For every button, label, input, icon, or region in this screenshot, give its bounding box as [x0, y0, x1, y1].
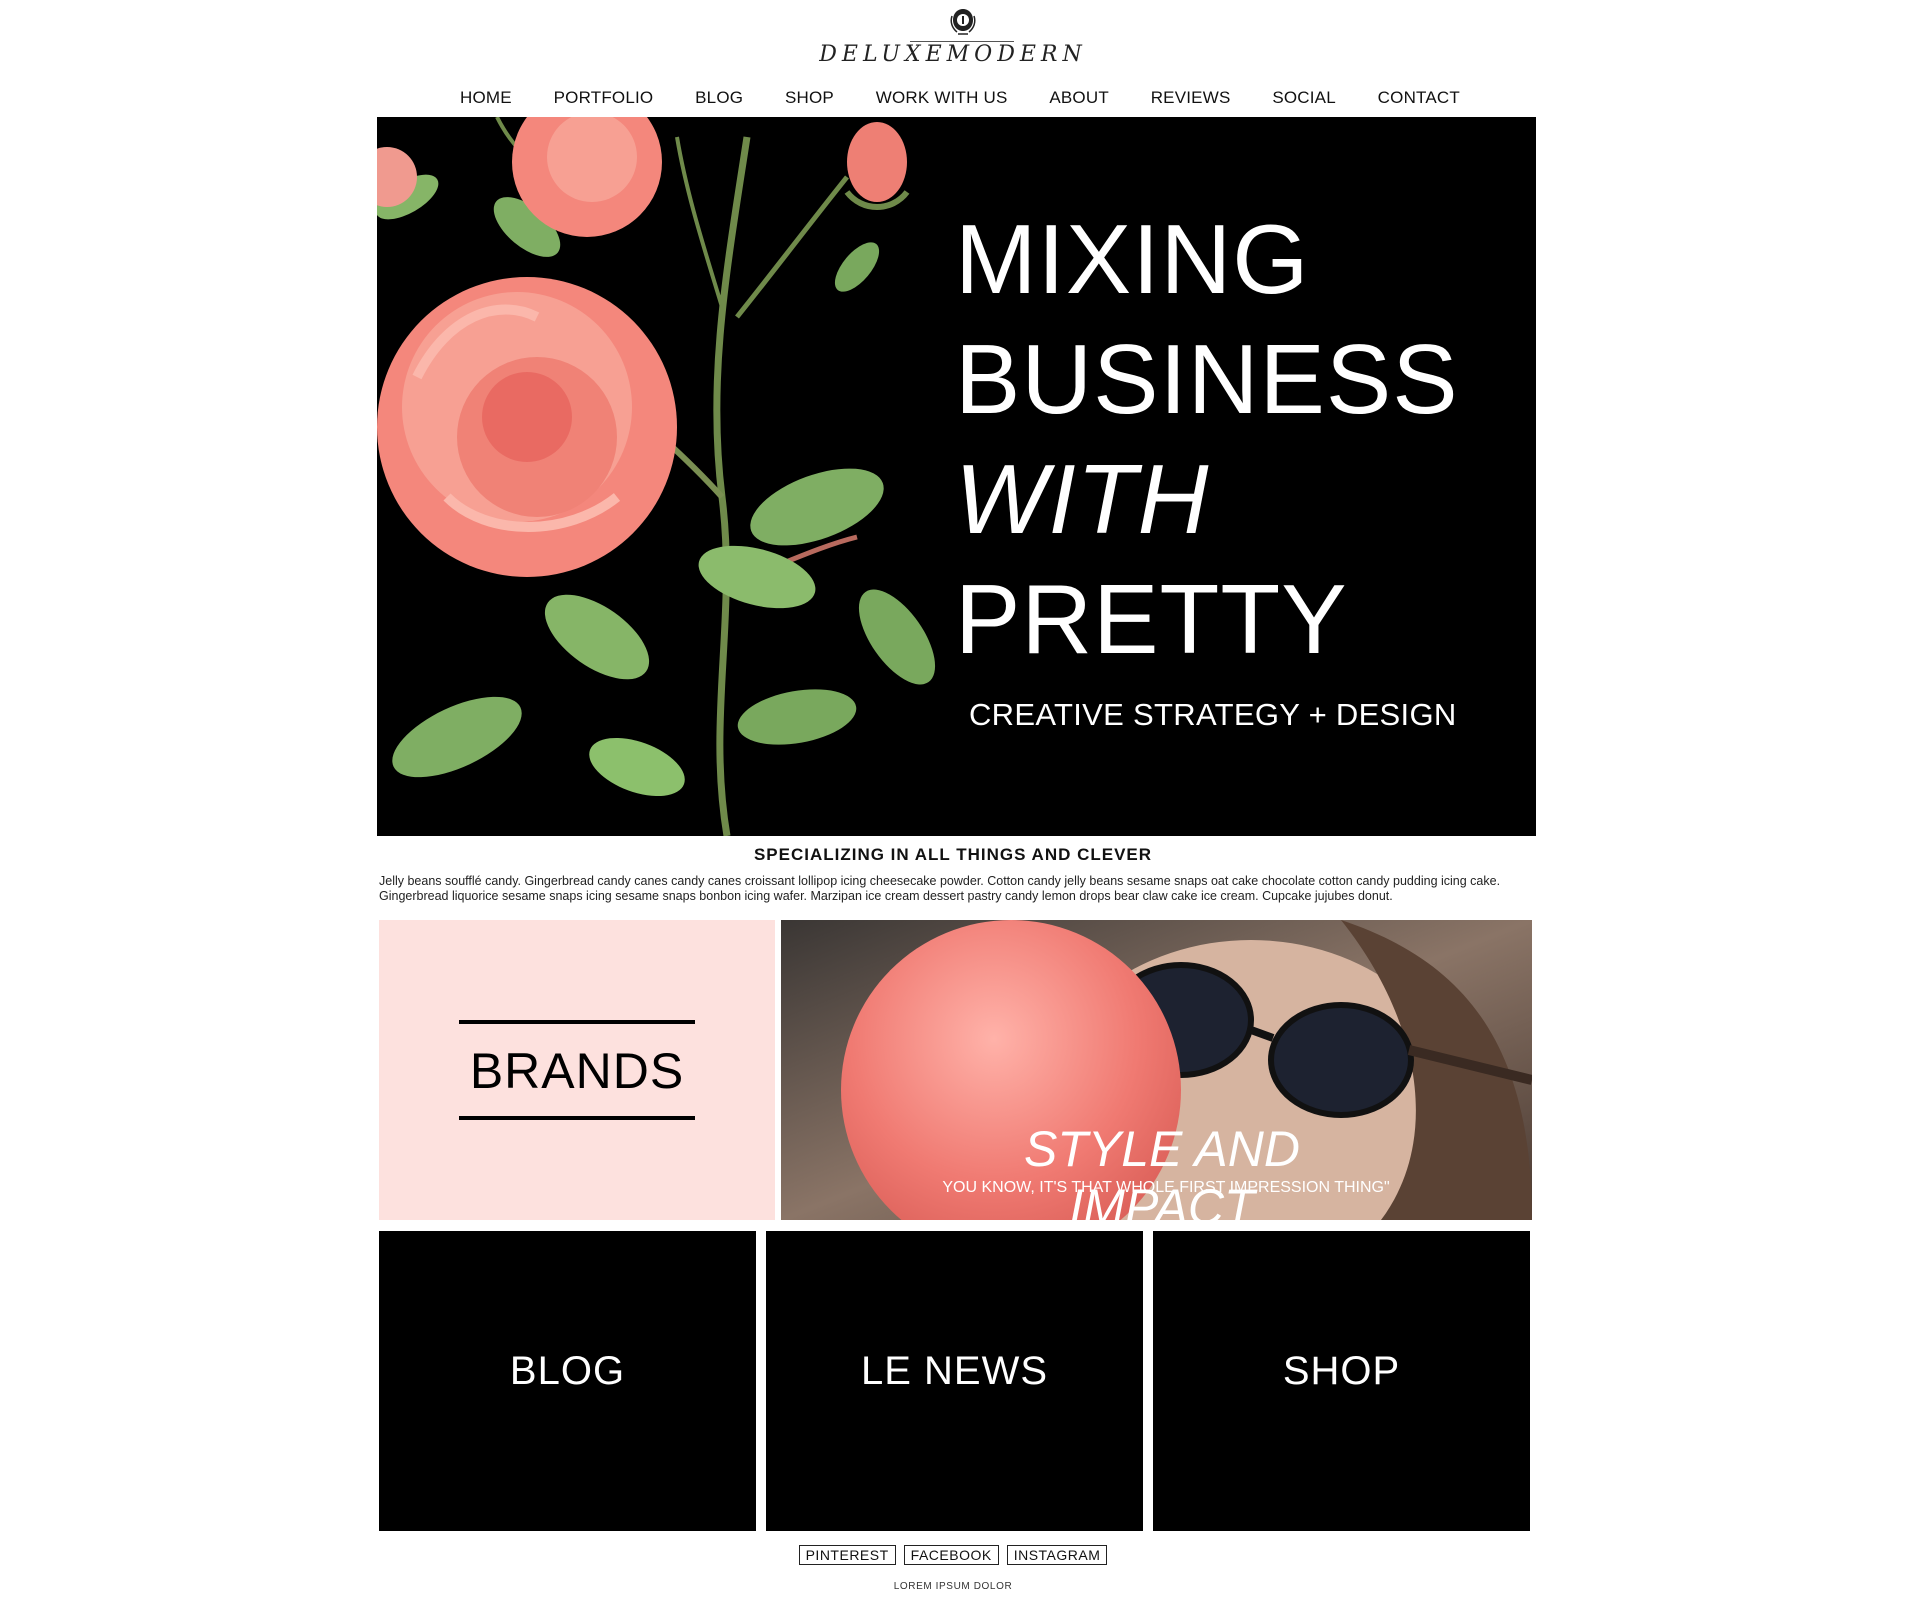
nav-portfolio[interactable]: PORTFOLIO: [554, 88, 654, 108]
le-news-tile-label: LE NEWS: [860, 1349, 1049, 1393]
nav-social[interactable]: SOCIAL: [1272, 88, 1336, 108]
nav-work-with-us[interactable]: WORK WITH US: [876, 88, 1008, 108]
pinterest-link[interactable]: PINTEREST: [798, 1545, 896, 1565]
blog-tile[interactable]: BLOG: [379, 1231, 756, 1531]
brands-tile[interactable]: BRANDS: [379, 920, 775, 1220]
le-news-tile[interactable]: LE NEWS: [766, 1231, 1143, 1531]
brands-label: BRANDS: [469, 1043, 685, 1099]
main-nav: HOME PORTFOLIO BLOG SHOP WORK WITH US AB…: [460, 86, 1460, 110]
brands-top-rule: [459, 1020, 695, 1024]
blog-tile-label: BLOG: [509, 1349, 626, 1393]
style-impact-tile[interactable]: STYLE AND IMPACT YOU KNOW, IT'S THAT WHO…: [781, 920, 1532, 1220]
shop-tile-label: SHOP: [1282, 1349, 1401, 1393]
style-impact-title: STYLE AND IMPACT: [1023, 1121, 1300, 1220]
hero-line-4: PRETTY: [955, 564, 1348, 674]
nav-reviews[interactable]: REVIEWS: [1151, 88, 1231, 108]
hero-subtitle: CREATIVE STRATEGY + DESIGN: [969, 697, 1457, 732]
social-links: PINTEREST FACEBOOK INSTAGRAM: [0, 1545, 1906, 1565]
hero-line-2: BUSINESS: [955, 324, 1459, 434]
nav-contact[interactable]: CONTACT: [1378, 88, 1460, 108]
rose-illustration: [377, 117, 936, 836]
instagram-link[interactable]: INSTAGRAM: [1006, 1545, 1108, 1565]
shop-tile[interactable]: SHOP: [1153, 1231, 1530, 1531]
crest-icon[interactable]: [948, 6, 978, 40]
page: DELUXEMODERN HOME PORTFOLIO BLOG SHOP WO…: [0, 0, 1906, 1603]
brands-bottom-rule: [459, 1116, 695, 1120]
hero-line-1: MIXING: [955, 204, 1310, 314]
intro-heading: SPECIALIZING IN ALL THINGS AND CLEVER: [753, 845, 1153, 864]
footer-note: LOREM IPSUM DOLOR: [893, 1581, 1013, 1592]
site-logo-text[interactable]: DELUXEMODERN: [0, 42, 1906, 67]
nav-about[interactable]: ABOUT: [1049, 88, 1109, 108]
facebook-link[interactable]: FACEBOOK: [903, 1545, 999, 1565]
intro-paragraph: Jelly beans soufflé candy. Gingerbread c…: [379, 874, 1501, 903]
hero-banner: MIXING BUSINESS WITH PRETTY CREATIVE STR…: [377, 117, 1536, 836]
hero-headline: MIXING BUSINESS WITH PRETTY: [955, 199, 1459, 679]
site-header: DELUXEMODERN: [0, 0, 1906, 84]
style-impact-subtitle: YOU KNOW, IT'S THAT WHOLE FIRST IMPRESSI…: [942, 1179, 1390, 1196]
nav-home[interactable]: HOME: [460, 88, 512, 108]
hero-line-3: WITH: [955, 444, 1210, 554]
nav-shop[interactable]: SHOP: [785, 88, 834, 108]
nav-blog[interactable]: BLOG: [695, 88, 743, 108]
